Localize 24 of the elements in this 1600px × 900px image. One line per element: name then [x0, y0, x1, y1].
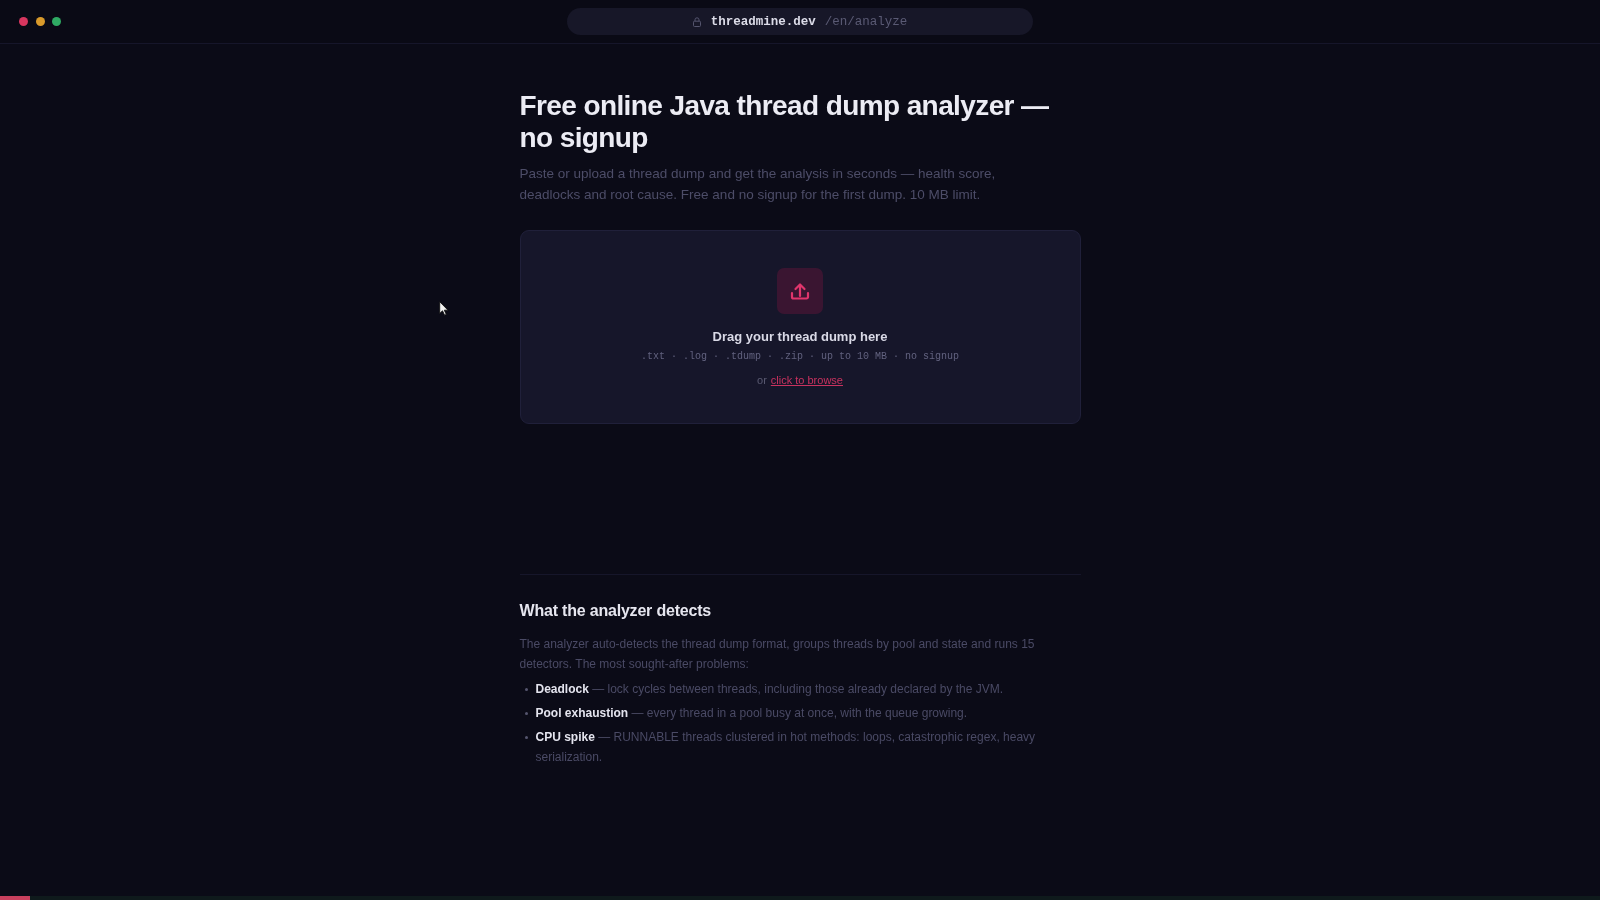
- bullet-icon: [524, 688, 528, 691]
- browse-prefix: or: [757, 373, 767, 388]
- page-intro: Paste or upload a thread dump and get the analysis in seconds — health score, deadlocks and root cause. Free and no signup for the first dump. 10 MB limit.: [519, 165, 997, 204]
- upload-icon: [777, 268, 823, 314]
- detector-item: Deadlock — lock cycles between threads, including those already declared by the JVM.: [535, 681, 1005, 698]
- detector-item: CPU spike — RUNNABLE threads clustered in hot methods: loops, catastrophic regex, heavy serialization.: [535, 729, 1037, 766]
- lock-icon: [692, 16, 701, 27]
- window-zoom-icon[interactable]: [52, 17, 61, 26]
- bullet-icon: [524, 736, 528, 739]
- file-drop-zone[interactable]: Drag your thread dump here .txt · .log · .tdump · .zip · up to 10 MB · no signup or click to browse: [519, 230, 1081, 424]
- url-domain: threadmine.dev: [710, 14, 816, 29]
- mouse-pointer-icon: [439, 301, 449, 316]
- address-bar[interactable]: threadmine.dev /en/analyze: [567, 8, 1033, 35]
- page-title: Free online Java thread dump analyzer — no signup: [519, 90, 1050, 154]
- section-heading: What the analyzer detects: [519, 601, 712, 621]
- drop-zone-heading: Drag your thread dump here: [712, 328, 888, 346]
- file-types-hint: .txt · .log · .tdump · .zip · up to 10 MB · no signup: [640, 350, 960, 364]
- detector-item: Pool exhaustion — every thread in a pool busy at once, with the queue growing.: [535, 705, 969, 722]
- window-close-icon[interactable]: [19, 17, 28, 26]
- section-intro: The analyzer auto-detects the thread dump format, groups threads by pool and state and runs 15 detectors. The most sought-after problems:: [519, 636, 1036, 673]
- browse-link[interactable]: click to browse: [770, 372, 843, 388]
- window-minimize-icon[interactable]: [35, 17, 45, 26]
- bullet-icon: [524, 712, 528, 715]
- url-path: /en/analyze: [824, 14, 908, 29]
